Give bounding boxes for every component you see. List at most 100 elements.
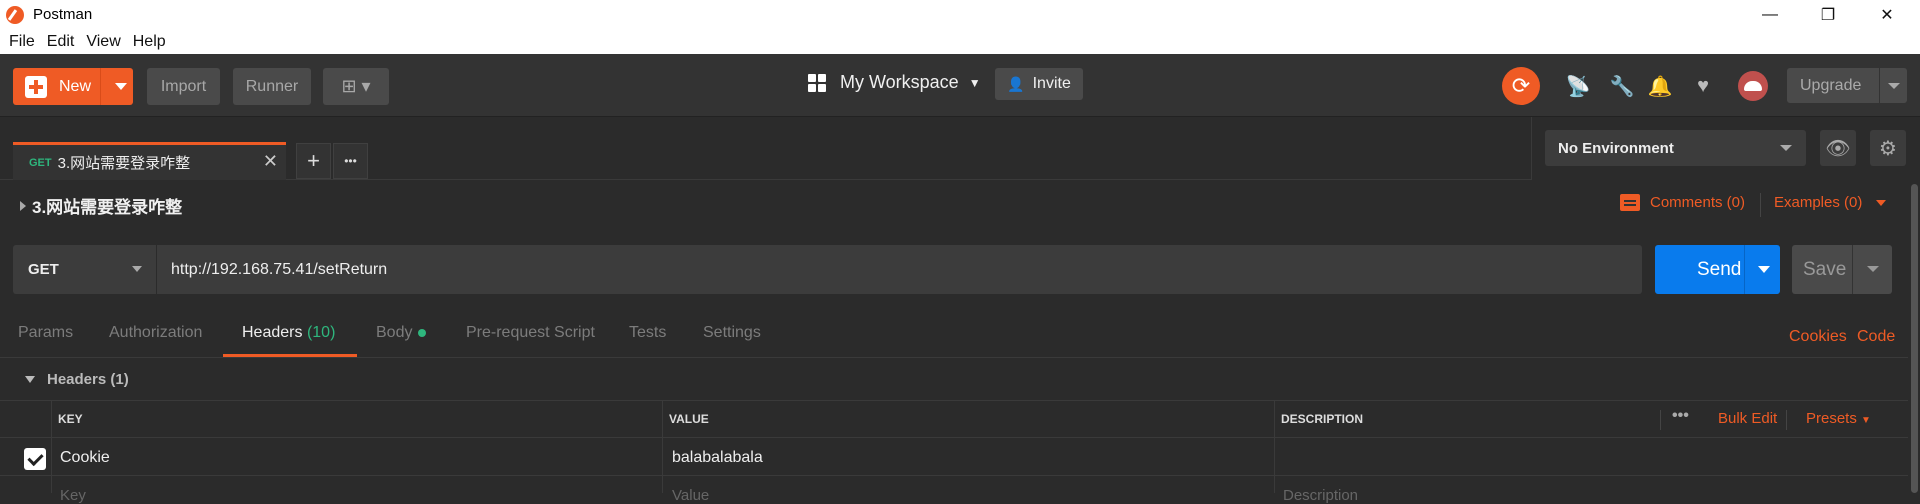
eye-icon[interactable]: 👁 [1820, 130, 1856, 166]
save-dropdown-caret-icon[interactable] [1867, 266, 1879, 272]
close-icon[interactable]: ✕ [263, 151, 278, 172]
invite-button[interactable]: 👤 Invite [995, 68, 1083, 100]
tab-name: 3.网站需要登录咋整 [57, 155, 191, 172]
workspace-grid-icon [808, 73, 826, 92]
tab-headers[interactable]: Headers (10) [242, 324, 335, 342]
import-button[interactable]: Import [147, 68, 220, 105]
active-tab-underline [223, 354, 357, 357]
tab-authorization[interactable]: Authorization [109, 324, 202, 342]
send-divider [1744, 245, 1745, 294]
cookies-link[interactable]: Cookies [1789, 328, 1847, 346]
menu-bar: File Edit View Help [0, 29, 1920, 54]
menu-file[interactable]: File [9, 33, 35, 51]
column-divider [51, 400, 52, 493]
bulk-edit-link[interactable]: Bulk Edit [1718, 410, 1777, 427]
table-header: KEY VALUE DESCRIPTION ••• Bulk Edit Pres… [0, 400, 1910, 438]
workspace-label: My Workspace [840, 72, 959, 92]
save-divider [1852, 245, 1853, 294]
scrollbar-thumb[interactable] [1911, 184, 1918, 493]
postman-logo-icon [6, 5, 24, 24]
table-row [0, 438, 1910, 476]
plus-icon [25, 75, 47, 98]
upgrade-button[interactable]: Upgrade [1787, 68, 1907, 103]
body-indicator-dot [418, 328, 427, 337]
bell-icon[interactable]: 🔔 [1648, 74, 1673, 98]
runner-button[interactable]: Runner [233, 68, 311, 105]
upgrade-dropdown-caret-icon[interactable] [1888, 83, 1900, 89]
sync-icon[interactable]: ⟳ [1502, 67, 1540, 105]
examples-label: Examples (0) [1774, 194, 1863, 211]
restore-button[interactable]: ❐ [1803, 0, 1853, 29]
method-label: GET [28, 261, 59, 278]
request-name-label: 3.网站需要登录咋整 [32, 198, 183, 217]
minimize-button[interactable]: — [1745, 0, 1795, 29]
method-select[interactable]: GET [13, 245, 157, 294]
new-dropdown-caret-icon[interactable] [115, 83, 127, 90]
comments-link[interactable]: Comments (0) [1620, 194, 1745, 211]
scrollbar[interactable] [1908, 184, 1920, 493]
environment-label: No Environment [1558, 139, 1674, 157]
column-value: VALUE [669, 412, 709, 426]
send-button[interactable]: Send [1655, 245, 1780, 294]
satellite-icon[interactable]: 📡 [1566, 74, 1591, 98]
menu-edit[interactable]: Edit [47, 33, 75, 51]
new-value-placeholder[interactable]: Value [672, 487, 709, 504]
upgrade-divider [1879, 68, 1880, 103]
caret-right-icon [20, 200, 26, 211]
menu-view[interactable]: View [86, 33, 120, 51]
environment-select[interactable]: No Environment [1545, 130, 1806, 166]
chevron-down-icon [132, 266, 142, 272]
tab-settings[interactable]: Settings [703, 324, 761, 342]
column-divider [662, 400, 663, 493]
presets-label: Presets [1806, 410, 1857, 427]
headers-section-toggle[interactable]: Headers (1) [25, 371, 129, 388]
close-window-button[interactable]: ✕ [1862, 0, 1912, 29]
new-description-placeholder[interactable]: Description [1283, 487, 1358, 504]
column-divider [1274, 400, 1275, 493]
upgrade-label: Upgrade [1800, 76, 1862, 94]
heart-icon[interactable]: ♥ [1691, 74, 1715, 98]
tab-prerequest-script[interactable]: Pre-request Script [466, 324, 595, 342]
gear-icon[interactable]: ⚙ [1870, 130, 1906, 166]
request-subtabs: Params Authorization Headers (10) Body P… [0, 310, 1920, 358]
new-window-icon: ⊞ ▾ [341, 76, 371, 96]
title-bar: Postman [0, 0, 1920, 29]
caret-down-icon [25, 376, 35, 383]
tab-params[interactable]: Params [18, 324, 73, 342]
chevron-down-icon: ▼ [968, 75, 981, 90]
header-value-cell[interactable]: balabalabala [672, 449, 763, 467]
save-label: Save [1803, 258, 1847, 280]
send-dropdown-caret-icon[interactable] [1758, 266, 1770, 273]
avatar[interactable] [1738, 71, 1768, 101]
tab-body[interactable]: Body [376, 324, 427, 342]
menu-help[interactable]: Help [133, 33, 166, 51]
add-user-icon: 👤 [1007, 75, 1025, 92]
request-name[interactable]: 3.网站需要登录咋整 [20, 193, 182, 218]
presets-dropdown[interactable]: Presets ▼ [1806, 410, 1871, 427]
column-key: KEY [58, 412, 83, 426]
headers-section-title: Headers (1) [47, 371, 129, 388]
wrench-icon[interactable]: 🔧 [1610, 74, 1635, 98]
more-options-icon[interactable]: ••• [1672, 407, 1689, 425]
tab-body-label: Body [376, 324, 413, 341]
new-button-divider [100, 68, 101, 105]
workspace-switcher[interactable]: My Workspace ▼ [808, 72, 981, 93]
tab-tests[interactable]: Tests [629, 324, 666, 342]
tab-options-button[interactable]: ••• [333, 143, 368, 179]
row-enabled-checkbox[interactable] [24, 448, 46, 470]
url-input[interactable]: http://192.168.75.41/setReturn [171, 245, 387, 294]
new-button[interactable]: New [13, 68, 133, 105]
add-tab-button[interactable]: + [296, 143, 331, 179]
app-title: Postman [33, 6, 93, 23]
code-link[interactable]: Code [1857, 328, 1895, 346]
new-window-button[interactable]: ⊞ ▾ [323, 68, 389, 105]
divider [1786, 410, 1787, 430]
new-key-placeholder[interactable]: Key [60, 487, 86, 504]
divider [1760, 193, 1761, 217]
request-tab[interactable]: GET 3.网站需要登录咋整 ✕ [13, 142, 286, 180]
examples-dropdown[interactable]: Examples (0) [1774, 194, 1887, 211]
header-key-cell[interactable]: Cookie [60, 449, 110, 467]
column-description: DESCRIPTION [1281, 412, 1364, 426]
save-button[interactable]: Save [1792, 245, 1892, 294]
tab-headers-count: (10) [306, 324, 336, 341]
